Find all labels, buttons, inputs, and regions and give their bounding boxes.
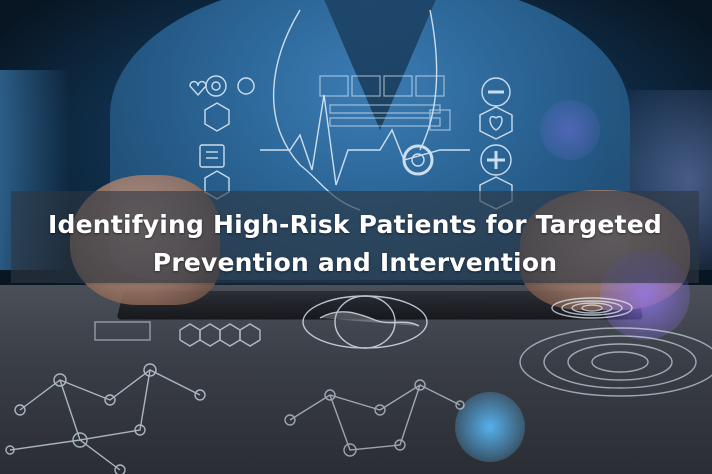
- hud-icons-left: [189, 75, 255, 200]
- shield-plus-icon: [479, 106, 513, 140]
- stethoscope-icon: [273, 9, 438, 211]
- globe-icon: [302, 295, 428, 349]
- title-line-1: Identifying High-Risk Patients for Targe…: [48, 210, 662, 239]
- network-graph-left: [5, 363, 206, 474]
- fingerprint-icon: [551, 297, 633, 319]
- radial-scanner: [519, 327, 712, 397]
- page-title: Identifying High-Risk Patients for Targe…: [11, 206, 699, 282]
- network-graph-center: [284, 379, 465, 457]
- title-line-2: Prevention and Intervention: [152, 248, 558, 277]
- heart-icon: [189, 80, 207, 97]
- hud-icons-right: [479, 77, 513, 210]
- heartbeat-line: [260, 94, 470, 186]
- hexagon-chain: [179, 323, 261, 347]
- clipboard-icon: [199, 144, 225, 168]
- hero-photo: Identifying High-Risk Patients for Targe…: [0, 0, 712, 474]
